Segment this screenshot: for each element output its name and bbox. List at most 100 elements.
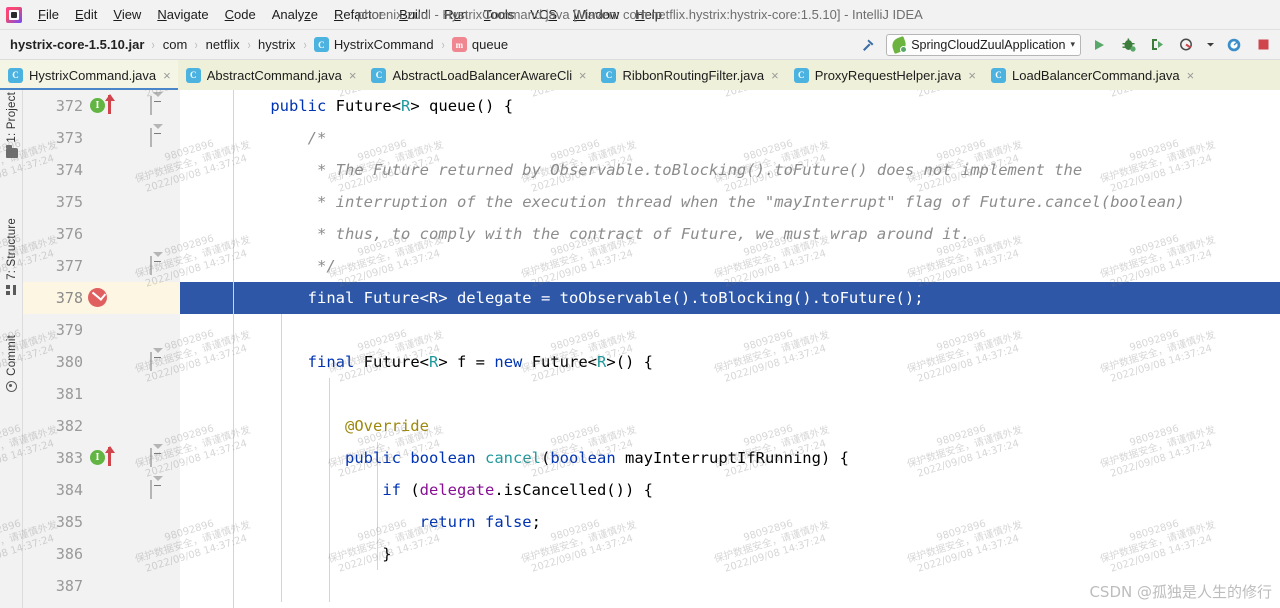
code-fold-toggle[interactable] bbox=[150, 444, 163, 467]
code-line[interactable]: * interruption of the execution thread w… bbox=[180, 186, 1280, 218]
code-line[interactable]: */ bbox=[180, 250, 1280, 282]
close-icon[interactable]: × bbox=[968, 69, 976, 82]
code-fold-toggle[interactable] bbox=[150, 252, 163, 275]
line-number: 384 bbox=[55, 481, 83, 499]
code-line[interactable]: @Override bbox=[180, 410, 1280, 442]
gutter-row[interactable]: 384 bbox=[23, 474, 180, 506]
gutter-row[interactable]: 386 bbox=[23, 538, 180, 570]
editor-tab-abstractcommand[interactable]: C AbstractCommand.java × bbox=[178, 60, 364, 90]
menu-item-refactor[interactable]: Refactor bbox=[326, 4, 391, 25]
close-icon[interactable]: × bbox=[579, 69, 587, 82]
gutter-row[interactable]: 382 bbox=[23, 410, 180, 442]
gutter-row[interactable]: 372 I bbox=[23, 90, 180, 122]
code-line[interactable]: * The Future returned by Observable.toBl… bbox=[180, 154, 1280, 186]
class-icon: C bbox=[313, 37, 329, 52]
editor-tab-abstractloadbalancerawareclient[interactable]: C AbstractLoadBalancerAwareClient.java × bbox=[363, 60, 593, 90]
gutter-row[interactable]: 376 bbox=[23, 218, 180, 250]
implementing-method-icon[interactable]: I bbox=[90, 98, 105, 113]
line-number: 376 bbox=[55, 225, 83, 243]
tool-window-7-structure[interactable]: 7: Structure bbox=[0, 218, 23, 295]
chevron-down-icon: ▾ bbox=[1070, 39, 1075, 49]
code-fold-toggle[interactable] bbox=[150, 124, 163, 147]
gutter-row[interactable]: 373 bbox=[23, 122, 180, 154]
intellij-idea-logo-icon bbox=[6, 6, 22, 23]
gutter-row[interactable]: 383 I bbox=[23, 442, 180, 474]
editor-tab-ribbonroutingfilter[interactable]: C RibbonRoutingFilter.java × bbox=[593, 60, 785, 90]
menu-item-window[interactable]: Window bbox=[565, 4, 627, 25]
breadcrumb-item-netflix[interactable]: netflix bbox=[204, 35, 242, 54]
menu-item-run[interactable]: Run bbox=[436, 4, 476, 25]
code-line-text: /* bbox=[233, 129, 327, 147]
code-line-text: final Future<R> delegate = toObservable(… bbox=[233, 289, 924, 307]
breadcrumb-item-hystrixcommand[interactable]: C HystrixCommand bbox=[312, 35, 436, 54]
gutter-row[interactable]: 381 bbox=[23, 378, 180, 410]
code-line-text: if (delegate.isCancelled()) { bbox=[382, 481, 653, 499]
menu-item-help[interactable]: Help bbox=[627, 4, 670, 25]
code-editor[interactable]: public Future<R> queue() { /* * The Futu… bbox=[180, 90, 1280, 608]
code-line[interactable] bbox=[180, 378, 1280, 410]
override-arrow-icon[interactable] bbox=[104, 94, 115, 114]
gutter-row[interactable]: 377 bbox=[23, 250, 180, 282]
gutter-row[interactable]: 379 bbox=[23, 314, 180, 346]
breakpoint-icon[interactable] bbox=[88, 288, 107, 307]
code-line[interactable]: } bbox=[180, 538, 1280, 570]
menu-item-view[interactable]: View bbox=[105, 4, 149, 25]
override-arrow-icon[interactable] bbox=[104, 446, 115, 466]
run-configuration-selector[interactable]: SpringCloudZuulApplication ▾ bbox=[886, 33, 1081, 56]
attach-debugger-icon[interactable] bbox=[1223, 34, 1245, 56]
editor-tab-proxyrequesthelper[interactable]: C ProxyRequestHelper.java × bbox=[786, 60, 983, 90]
close-icon[interactable]: × bbox=[771, 69, 779, 82]
menu-item-file[interactable]: File bbox=[30, 4, 67, 25]
debug-bug-icon[interactable] bbox=[1117, 34, 1139, 56]
line-number: 374 bbox=[55, 161, 83, 179]
menu-item-navigate[interactable]: Navigate bbox=[149, 4, 216, 25]
code-line[interactable]: final Future<R> delegate = toObservable(… bbox=[180, 282, 1280, 314]
gutter-row[interactable]: 380 bbox=[23, 346, 180, 378]
breadcrumb-item-com[interactable]: com bbox=[161, 35, 190, 54]
line-number: 387 bbox=[55, 577, 83, 595]
gutter-row[interactable]: 374 bbox=[23, 154, 180, 186]
code-line[interactable]: if (delegate.isCancelled()) { bbox=[180, 474, 1280, 506]
code-line[interactable]: return false; bbox=[180, 506, 1280, 538]
menu-item-edit[interactable]: Edit bbox=[67, 4, 105, 25]
close-icon[interactable]: × bbox=[163, 69, 171, 82]
editor-tab-label: AbstractCommand.java bbox=[206, 67, 342, 83]
implementing-method-icon[interactable]: I bbox=[90, 450, 105, 465]
close-icon[interactable]: × bbox=[1187, 69, 1195, 82]
profiler-icon[interactable] bbox=[1175, 34, 1197, 56]
code-line[interactable]: /* bbox=[180, 122, 1280, 154]
gutter-row[interactable]: 375 bbox=[23, 186, 180, 218]
stop-square-icon[interactable] bbox=[1252, 34, 1274, 56]
breadcrumb-item-hystrix[interactable]: hystrix bbox=[256, 35, 298, 54]
chevron-down-icon[interactable] bbox=[1204, 34, 1216, 56]
editor-tab-loadbalancercommand[interactable]: C LoadBalancerCommand.java × bbox=[983, 60, 1201, 90]
code-line[interactable]: public Future<R> queue() { bbox=[180, 90, 1280, 122]
close-icon[interactable]: × bbox=[349, 69, 357, 82]
code-line[interactable]: final Future<R> f = new Future<R>() { bbox=[180, 346, 1280, 378]
java-class-icon: C bbox=[793, 67, 809, 83]
breadcrumb-label: com bbox=[162, 37, 188, 52]
menu-item-tools[interactable]: Tools bbox=[476, 4, 522, 25]
run-button[interactable] bbox=[1088, 34, 1110, 56]
gutter-row[interactable]: 378 bbox=[23, 282, 180, 314]
intention-bulb-icon[interactable] bbox=[190, 290, 199, 302]
run-coverage-icon[interactable] bbox=[1146, 34, 1168, 56]
code-line[interactable]: * thus, to comply with the contract of F… bbox=[180, 218, 1280, 250]
code-fold-toggle[interactable] bbox=[150, 348, 163, 371]
code-fold-toggle[interactable] bbox=[150, 476, 163, 499]
menu-item-build[interactable]: Build bbox=[391, 4, 436, 25]
code-line[interactable]: public boolean cancel(boolean mayInterru… bbox=[180, 442, 1280, 474]
hammer-icon[interactable] bbox=[857, 34, 879, 56]
code-line[interactable] bbox=[180, 314, 1280, 346]
gutter-row[interactable]: 385 bbox=[23, 506, 180, 538]
menu-item-analyze[interactable]: Analyze bbox=[264, 4, 326, 25]
gutter-row[interactable]: 387 bbox=[23, 570, 180, 602]
tool-window-commit[interactable]: Commit bbox=[0, 335, 23, 392]
menu-item-vcs[interactable]: VCS bbox=[522, 4, 565, 25]
breadcrumb-item-queue[interactable]: m queue bbox=[450, 35, 510, 54]
breadcrumb-item-hystrix-core-1-5-10-jar[interactable]: hystrix-core-1.5.10.jar bbox=[8, 35, 146, 54]
code-fold-toggle[interactable] bbox=[150, 92, 163, 115]
editor-tab-hystrixcommand[interactable]: C HystrixCommand.java × bbox=[0, 60, 178, 90]
menu-item-code[interactable]: Code bbox=[217, 4, 264, 25]
tool-window-1-project[interactable]: 1: Project bbox=[0, 92, 23, 158]
